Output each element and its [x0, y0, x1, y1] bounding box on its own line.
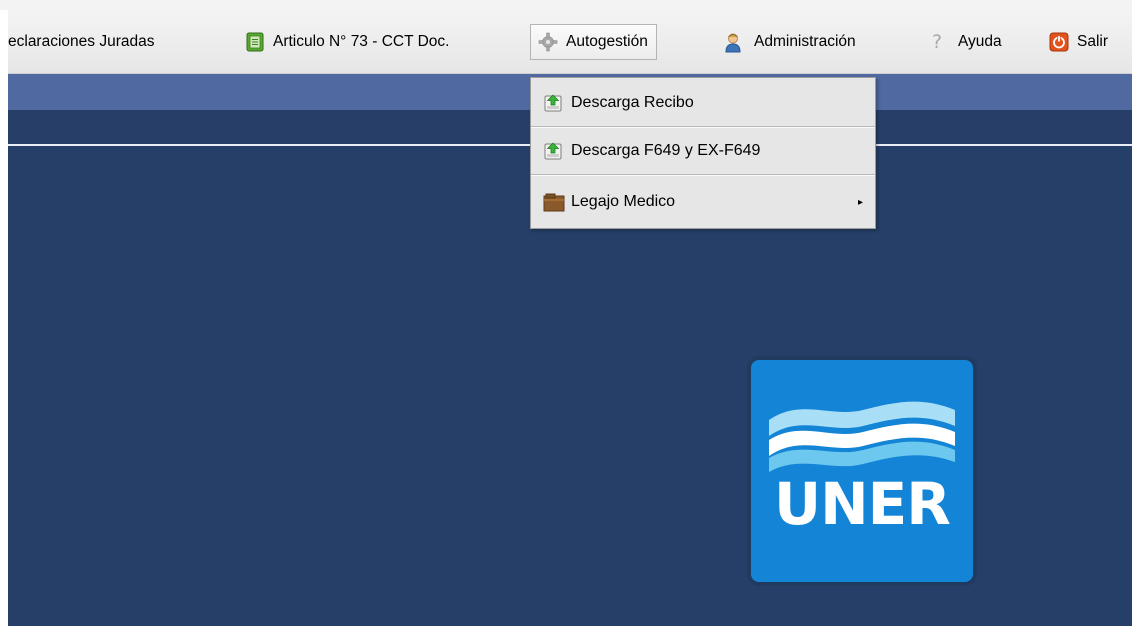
menu-autogestion[interactable]: Autogestión — [530, 24, 657, 60]
menu-salir-label: Salir — [1077, 33, 1109, 50]
help-icon: ? — [932, 31, 943, 53]
logo-text: UNER — [774, 470, 951, 538]
green-book-icon — [245, 32, 265, 52]
menu-administracion[interactable]: Administración — [722, 24, 856, 60]
menu-administracion-label: Administración — [754, 33, 856, 50]
menu-separator — [531, 126, 875, 128]
admin-user-icon — [722, 31, 744, 53]
menu-articulo-73-label: Articulo N° 73 - CCT Doc. — [273, 33, 450, 50]
menu-articulo-73[interactable]: Articulo N° 73 - CCT Doc. — [245, 24, 449, 60]
descarga-recibo-label: Descarga Recibo — [571, 94, 694, 111]
legajo-medico-label: Legajo Medico — [571, 193, 676, 210]
descarga-f649-label: Descarga F649 y EX-F649 — [571, 142, 761, 159]
gear-icon — [537, 31, 559, 53]
window-top-strip — [0, 0, 1132, 10]
folder-icon — [543, 192, 565, 212]
menu-bar: eclaraciones Juradas Articulo N° 73 - CC… — [8, 10, 1132, 74]
autogestion-dropdown-menu: Descarga Recibo Descarga F649 y EX-F649 … — [530, 77, 876, 229]
menu-declaraciones-juradas-label: eclaraciones Juradas — [8, 33, 155, 50]
menu-ayuda-label: Ayuda — [958, 33, 1002, 50]
menu-separator — [531, 174, 875, 176]
power-icon — [1049, 32, 1069, 52]
submenu-arrow-icon: ▸ — [857, 196, 863, 208]
menu-autogestion-label: Autogestión — [566, 33, 648, 50]
download-icon — [543, 93, 563, 113]
menu-salir[interactable]: Salir — [1049, 24, 1108, 60]
uner-logo: UNER — [751, 360, 973, 582]
menu-ayuda[interactable]: ? Ayuda — [932, 24, 1002, 60]
menu-item-legajo-medico[interactable]: Legajo Medico ▸ — [531, 185, 875, 219]
menu-item-descarga-recibo[interactable]: Descarga Recibo — [531, 86, 875, 120]
menu-item-descarga-f649[interactable]: Descarga F649 y EX-F649 — [531, 134, 875, 168]
menu-declaraciones-juradas[interactable]: eclaraciones Juradas — [8, 24, 154, 60]
download-icon — [543, 141, 563, 161]
